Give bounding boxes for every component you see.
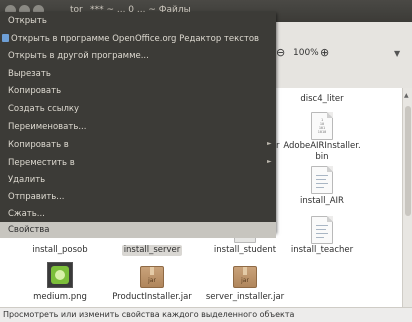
menu-item-properties[interactable]: Свойства xyxy=(0,222,276,238)
menu-item-move-to[interactable]: Переместить в ► xyxy=(0,154,276,172)
menu-item-delete[interactable]: Удалить xyxy=(0,171,276,189)
menu-item-open-with-openoffice[interactable]: Открыть в программе OpenOffice.org Редак… xyxy=(0,30,276,48)
menu-item-copy[interactable]: Копировать xyxy=(0,82,276,100)
image-file-icon xyxy=(47,262,73,288)
submenu-arrow-icon: ► xyxy=(267,140,272,147)
jar-package-icon: jar xyxy=(233,266,257,288)
file-install-server[interactable]: install_server xyxy=(107,245,197,256)
file-disc4-liter[interactable]: disc4_liter xyxy=(277,94,367,105)
zoom-in-icon[interactable]: ⊕ xyxy=(320,46,329,59)
file-label: AdobeAIRInstaller. bin xyxy=(283,141,361,162)
jar-package-icon: jar xyxy=(140,266,164,288)
file-install-posob[interactable]: install_posob xyxy=(15,245,105,256)
zoom-level[interactable]: 100% xyxy=(293,48,319,58)
file-label: install_student xyxy=(213,245,277,255)
file-label: install_teacher xyxy=(290,245,354,255)
script-file-icon xyxy=(311,166,333,194)
zoom-out-icon[interactable]: ⊖ xyxy=(276,46,285,59)
statusbar: Просмотреть или изменить свойства каждог… xyxy=(0,307,412,322)
binary-file-icon: 1 10 101 1010 xyxy=(311,112,333,140)
file-label-partial: r xyxy=(276,141,280,151)
status-text: Просмотреть или изменить свойства каждог… xyxy=(3,310,295,319)
menu-item-open-with-other[interactable]: Открыть в другой программе... xyxy=(0,47,276,65)
file-label-selected: install_server xyxy=(121,245,183,256)
file-label: medium.png xyxy=(33,292,87,302)
submenu-arrow-icon: ► xyxy=(267,158,272,165)
menu-item-copy-to[interactable]: Копировать в ► xyxy=(0,136,276,154)
scroll-up-icon[interactable]: ▲ xyxy=(404,92,409,99)
script-file-icon xyxy=(311,216,333,244)
file-label: ProductInstaller.jar xyxy=(112,292,192,302)
menu-item-send-to[interactable]: Отправить... xyxy=(0,188,276,206)
menu-item-compress[interactable]: Сжать... xyxy=(0,205,276,223)
context-menu: Открыть Открыть в программе OpenOffice.o… xyxy=(0,12,276,238)
menu-item-cut[interactable]: Вырезать xyxy=(0,65,276,83)
file-label: server_installer.jar xyxy=(205,292,285,302)
file-label: install_AIR xyxy=(300,196,344,206)
scrollbar-thumb[interactable] xyxy=(405,106,411,216)
vertical-scrollbar[interactable]: ▲ xyxy=(402,88,412,307)
openoffice-writer-icon xyxy=(2,34,9,42)
file-install-student[interactable]: install_student xyxy=(200,231,290,256)
file-label: disc4_liter xyxy=(300,94,344,104)
menu-item-open[interactable]: Открыть xyxy=(0,12,276,30)
menu-item-make-link[interactable]: Создать ссылку xyxy=(0,100,276,118)
chevron-down-icon[interactable]: ▼ xyxy=(394,49,400,58)
menu-item-rename[interactable]: Переименовать... xyxy=(0,118,276,136)
file-label: install_posob xyxy=(32,245,88,255)
